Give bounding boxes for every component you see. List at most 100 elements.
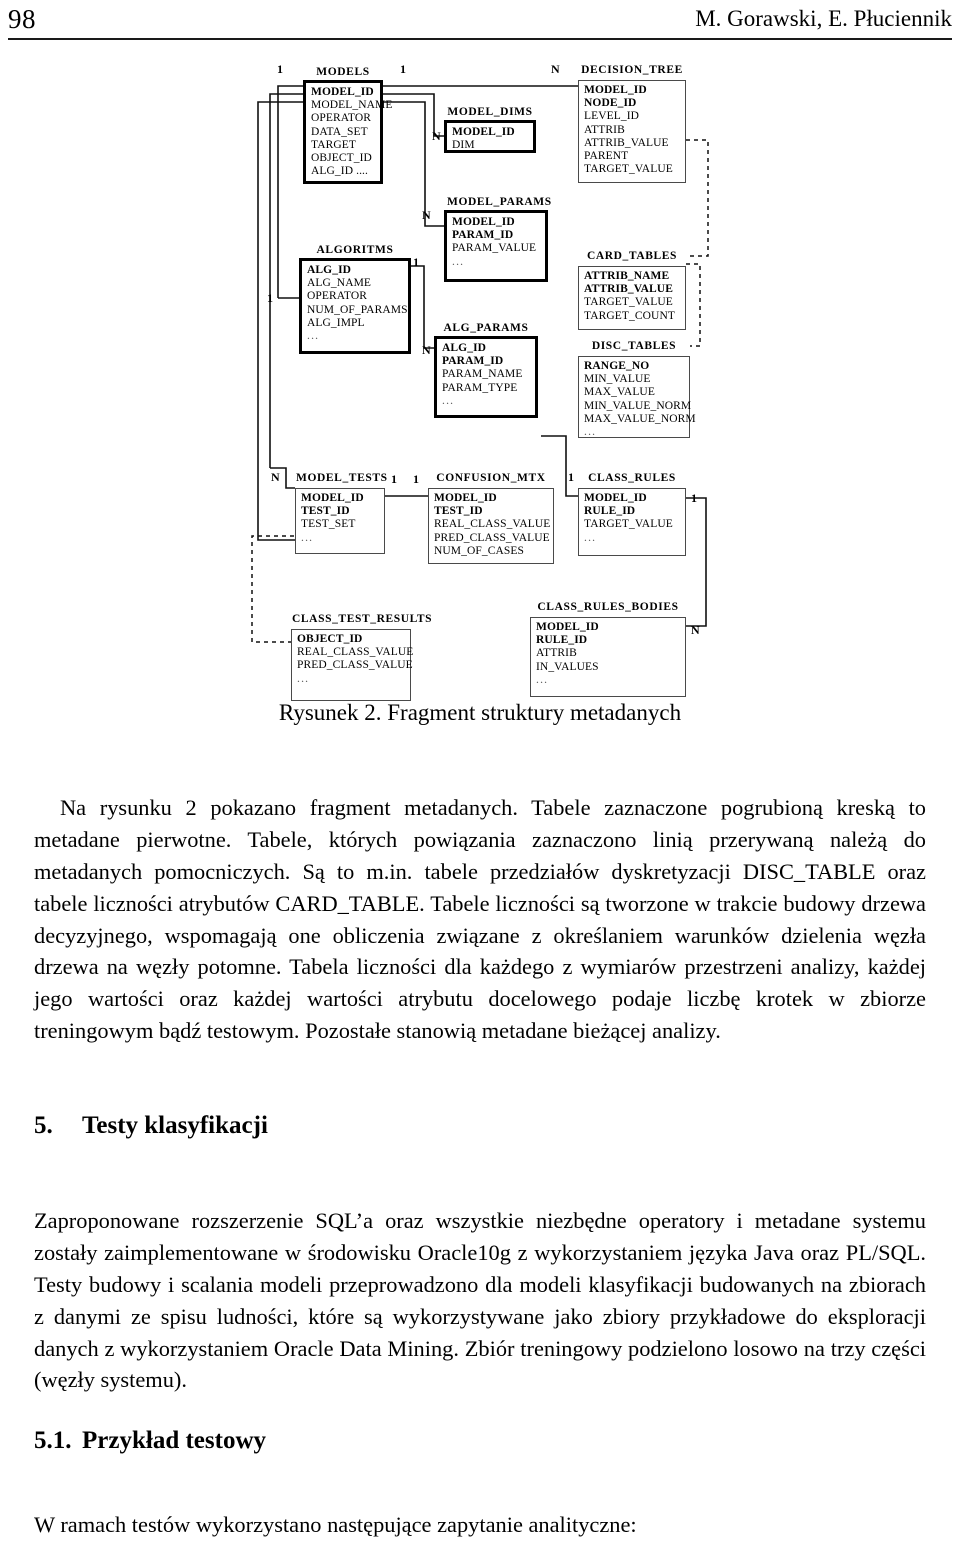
field: OPERATOR <box>307 290 368 303</box>
field: ... <box>301 531 314 544</box>
section-title: Przykład testowy <box>82 1427 266 1454</box>
field: ATTRIB_VALUE <box>584 283 673 296</box>
cardinality-label-model-dims: N <box>432 129 441 143</box>
entity-decision-tree: DECISION_TREE MODEL_ID NODE_ID LEVEL_ID … <box>578 64 686 183</box>
er-diagram-figure: MODELS MODEL_ID MODEL_NAME OPERATOR DATA… <box>0 48 960 701</box>
paragraph-metadata-description: Na rysunku 2 pokazano fragment metadanyc… <box>34 792 926 1046</box>
field: ALG_ID .... <box>311 165 368 178</box>
entity-card-tables: CARD_TABLES ATTRIB_NAME ATTRIB_VALUE TAR… <box>578 250 686 330</box>
field: RANGE_NO <box>584 360 650 372</box>
entity-title: CLASS_RULES <box>588 472 676 484</box>
cardinality-label-alg-params: N <box>422 343 431 357</box>
entity-title: ALGORITMS <box>316 244 394 256</box>
entity-algoritms: ALGORITMS ALG_ID ALG_NAME OPERATOR NUM_O… <box>299 244 411 354</box>
field: PARAM_ID <box>442 355 504 368</box>
field: ATTRIB_VALUE <box>584 136 669 149</box>
field: ... <box>536 673 549 686</box>
cardinality-label-models-right: 1 <box>400 62 406 76</box>
section-number: 5.1. <box>34 1427 72 1454</box>
entity-class-rules-bodies: CLASS_RULES_BODIES MODEL_ID RULE_ID ATTR… <box>530 601 686 697</box>
field: ATTRIB_NAME <box>584 270 670 282</box>
field: RULE_ID <box>584 505 636 518</box>
entity-title: CARD_TABLES <box>586 250 678 262</box>
field: IN_VALUES <box>536 660 599 673</box>
field: ATTRIB <box>584 123 625 136</box>
cardinality-label-confusion-mtx-1: 1 <box>413 472 419 486</box>
field: REAL_CLASS_VALUE <box>297 646 414 659</box>
page-number: 98 <box>8 4 36 34</box>
cardinality-label-models-left: 1 <box>277 62 283 76</box>
field: MODEL_ID <box>311 86 374 98</box>
entity-title: MODEL_TESTS <box>296 472 388 484</box>
field: PARAM_VALUE <box>452 242 537 255</box>
field: NUM_OF_PARAMS <box>307 303 408 316</box>
field: NUM_OF_CASES <box>434 544 525 557</box>
field: PARENT <box>584 150 629 163</box>
entity-class-rules: CLASS_RULES MODEL_ID RULE_ID TARGET_VALU… <box>578 472 686 556</box>
cardinality-label-decision-tree: N <box>551 62 560 76</box>
entity-title: DECISION_TREE <box>581 64 683 76</box>
field: ... <box>307 330 320 343</box>
field: TEST_ID <box>434 505 483 518</box>
entity-disc-tables: DISC_TABLES RANGE_NO MIN_VALUE MAX_VALUE… <box>578 340 696 439</box>
field: PRED_CLASS_VALUE <box>297 659 413 672</box>
field: PRED_CLASS_VALUE <box>434 531 550 544</box>
cardinality-label-model-params: N <box>422 208 431 222</box>
entity-title: DISC_TABLES <box>591 340 677 352</box>
cardinality-label-class-rules-bodies: N <box>691 623 700 637</box>
cardinality-label-class-rules-left: 1 <box>568 470 574 484</box>
field: ... <box>452 255 465 268</box>
page-header: 98 M. Gorawski, E. Płuciennik <box>8 2 952 42</box>
field: ... <box>584 426 597 439</box>
field: MODEL_ID <box>584 84 647 96</box>
paragraph-test-example-intro: W ramach testów wykorzystano następujące… <box>34 1509 926 1541</box>
field: ... <box>442 394 455 407</box>
field: ALG_ID <box>442 342 487 354</box>
field: LEVEL_ID <box>584 110 640 123</box>
field: MODEL_ID <box>434 492 497 504</box>
field: TARGET_VALUE <box>584 163 673 176</box>
entity-title: CLASS_RULES_BODIES <box>537 601 679 613</box>
field: MODEL_ID <box>452 126 515 138</box>
field: DIM <box>452 139 475 152</box>
field: TARGET_COUNT <box>584 309 675 322</box>
cardinality-label-algoritms-left: 1 <box>267 291 273 305</box>
entity-title: CLASS_TEST_RESULTS <box>292 613 433 625</box>
field: MODEL_NAME <box>311 99 393 112</box>
field: ALG_IMPL <box>307 316 365 329</box>
field: MODEL_ID <box>536 621 599 633</box>
entity-title: MODEL_PARAMS <box>447 196 552 208</box>
cardinality-label-algoritms-right: 1 <box>413 255 419 269</box>
entity-title: CONFUSION_MTX <box>436 472 546 484</box>
cardinality-label-model-tests: N <box>271 470 280 484</box>
field: ... <box>297 672 310 685</box>
field: MAX_VALUE <box>584 386 655 399</box>
field: PARAM_ID <box>452 229 514 242</box>
field: TEST_ID <box>301 505 350 518</box>
entity-model-dims: MODEL_DIMS MODEL_ID DIM <box>444 106 536 153</box>
field: TEST_SET <box>301 518 356 531</box>
field: PARAM_TYPE <box>442 381 518 394</box>
paragraph-tests-implementation: Zaproponowane rozszerzenie SQL’a oraz ws… <box>34 1205 926 1396</box>
figure-caption: Rysunek 2. Fragment struktury metadanych <box>278 700 682 725</box>
cardinality-label-class-rules-right: 1 <box>691 491 697 505</box>
header-authors: M. Gorawski, E. Płuciennik <box>695 6 952 31</box>
field: MIN_VALUE_NORM <box>584 399 692 412</box>
field: NODE_ID <box>584 97 637 110</box>
entity-title: ALG_PARAMS <box>443 322 529 334</box>
field: TARGET_VALUE <box>584 518 673 531</box>
entity-models: MODELS MODEL_ID MODEL_NAME OPERATOR DATA… <box>303 66 393 184</box>
entity-title: MODEL_DIMS <box>447 106 533 118</box>
paragraph-text: W ramach testów wykorzystano następujące… <box>34 1512 637 1538</box>
paragraph-text: Zaproponowane rozszerzenie SQL’a oraz ws… <box>34 1208 926 1393</box>
section-title: Testy klasyfikacji <box>82 1112 268 1139</box>
entity-title: MODELS <box>316 66 370 78</box>
header-rule <box>8 38 952 40</box>
field: MODEL_ID <box>452 216 515 228</box>
field: ALG_NAME <box>307 277 372 290</box>
section-heading-5: 5. Testy klasyfikacji <box>34 1110 926 1142</box>
field: TARGET_VALUE <box>584 296 673 309</box>
field: MODEL_ID <box>584 492 647 504</box>
cardinality-label-model-tests-1: 1 <box>391 472 397 486</box>
entity-alg-params: ALG_PARAMS ALG_ID PARAM_ID PARAM_NAME PA… <box>434 322 538 418</box>
